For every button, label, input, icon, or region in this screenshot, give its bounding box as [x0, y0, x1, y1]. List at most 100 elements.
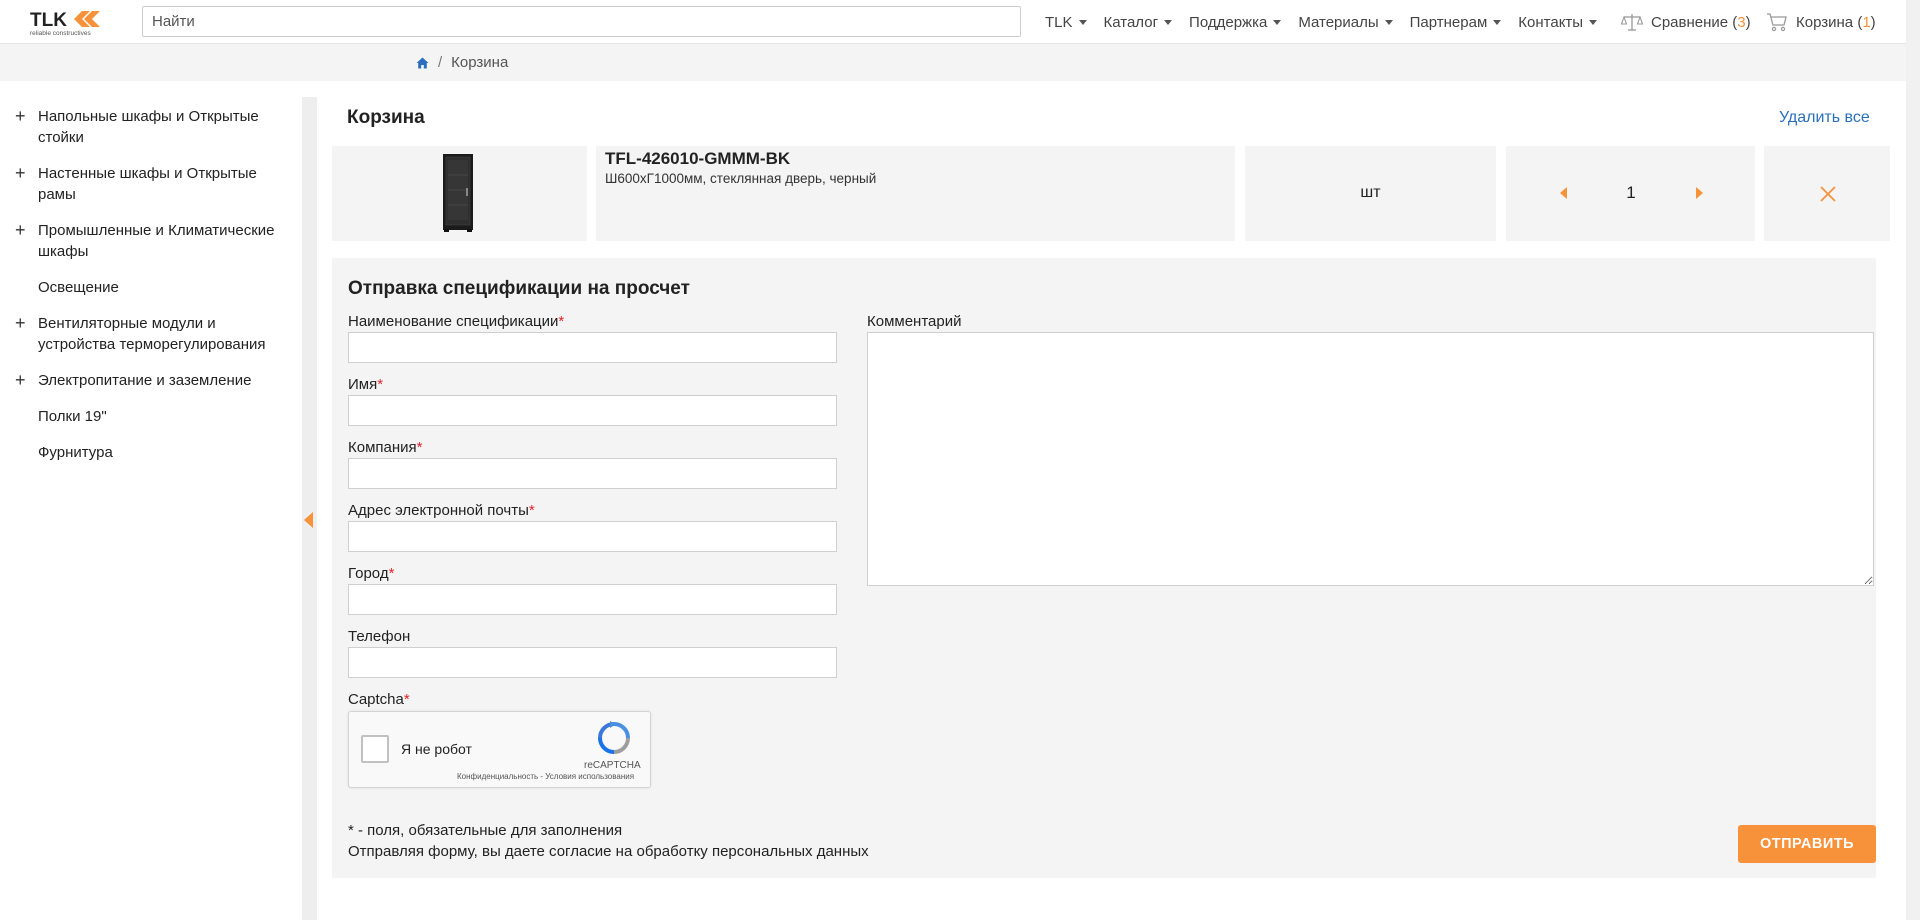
required-mark: * [388, 565, 395, 582]
cart-icon [1767, 13, 1787, 32]
product-unit: шт [1360, 184, 1381, 201]
recaptcha-links[interactable]: Конфиденциальность - Условия использован… [457, 772, 634, 781]
spec-name-label: Наименование спецификации* [348, 313, 564, 330]
sidebar-collapse-strip[interactable] [302, 97, 317, 920]
decrease-quantity-icon[interactable] [1560, 187, 1567, 199]
nav-contacts-label: Контакты [1518, 13, 1584, 31]
cart-paren-close: ) [1870, 13, 1876, 31]
recaptcha-text: Я не робот [401, 741, 472, 757]
nav-tlk-label: TLK [1045, 13, 1073, 31]
product-image[interactable] [441, 153, 475, 233]
catalog-sidebar: + Напольные шкафы и Открытые стойки + На… [0, 97, 302, 920]
nav-partners[interactable]: Партнерам [1410, 14, 1502, 31]
nav-materials[interactable]: Материалы [1298, 14, 1393, 31]
captcha-label: Captcha* [348, 691, 410, 708]
plus-icon[interactable]: + [15, 220, 26, 241]
quantity-stepper: 1 [1506, 146, 1755, 241]
header: TLK reliable constructives TLK Каталог П… [0, 0, 1906, 44]
sidebar-item-label: Освещение [38, 279, 119, 296]
cart-count: 1 [1862, 13, 1871, 31]
submit-button[interactable]: ОТПРАВИТЬ [1738, 825, 1876, 863]
required-mark: * [416, 439, 423, 456]
nav-partners-label: Партнерам [1409, 13, 1488, 31]
compare-paren-close: ) [1745, 13, 1751, 31]
sidebar-item-label: Фурнитура [38, 444, 113, 461]
cart-link[interactable]: Корзина (1) [1766, 0, 1876, 44]
breadcrumb-current: Корзина [451, 54, 509, 71]
sidebar-item-label: Напольные шкафы и Открытые стойки [38, 108, 259, 146]
city-label-text: Город [348, 565, 389, 582]
email-field[interactable] [348, 521, 837, 552]
scrollbar[interactable] [1906, 0, 1920, 920]
nav-contacts[interactable]: Контакты [1518, 13, 1598, 31]
nav-catalog[interactable]: Каталог [1104, 14, 1173, 31]
unit-cell: шт [1245, 146, 1496, 241]
spec-name-input[interactable] [348, 332, 837, 363]
caret-down-icon [1078, 19, 1087, 25]
remove-cell [1764, 146, 1890, 241]
company-input[interactable] [348, 458, 837, 489]
comment-label: Комментарий [867, 313, 962, 330]
captcha-label-text: Captcha [348, 691, 404, 708]
caret-down-icon [1589, 19, 1598, 25]
name-label: Имя* [348, 376, 383, 393]
specification-form: Отправка спецификации на просчет Наимено… [332, 258, 1876, 878]
sidebar-item-label: Вентиляторные модули и устройства термор… [38, 315, 266, 353]
spec-name-label-text: Наименование спецификации [348, 313, 559, 330]
caret-down-icon [1164, 19, 1173, 25]
plus-icon[interactable]: + [15, 163, 26, 184]
caret-down-icon [1273, 19, 1282, 25]
tlk-logo[interactable]: TLK reliable constructives [30, 9, 112, 37]
name-input[interactable] [348, 395, 837, 426]
consent-note: Отправляя форму, вы даете согласие на об… [348, 843, 869, 860]
city-input[interactable] [348, 584, 837, 615]
required-note: * - поля, обязательные для заполнения [348, 822, 623, 839]
recaptcha-widget: Я не робот reCAPTCHA Конфиденциальность … [348, 711, 651, 788]
company-label-text: Компания [348, 439, 417, 456]
page-title: Корзина [347, 107, 425, 128]
compare-label: Сравнение [1651, 13, 1729, 31]
product-description: Ш600хГ1000мм, стеклянная дверь, черный [605, 171, 877, 186]
sidebar-item-label: Полки 19" [38, 408, 107, 425]
form-title: Отправка спецификации на просчет [348, 278, 690, 299]
plus-icon[interactable]: + [15, 370, 26, 391]
recaptcha-checkbox[interactable] [361, 735, 389, 763]
sidebar-item-label: Электропитание и заземление [38, 372, 252, 389]
nav-catalog-label: Каталог [1103, 13, 1159, 31]
recaptcha-logo-icon [598, 721, 630, 754]
breadcrumb-separator: / [438, 54, 443, 71]
increase-quantity-icon[interactable] [1696, 187, 1703, 199]
home-icon[interactable] [416, 57, 429, 69]
phone-input[interactable] [348, 647, 837, 678]
required-mark: * [377, 376, 384, 393]
nav-support[interactable]: Поддержка [1189, 13, 1282, 31]
email-label: Адрес электронной почты* [348, 502, 535, 519]
plus-icon[interactable]: + [15, 313, 26, 334]
caret-down-icon [1384, 19, 1393, 25]
compare-link[interactable]: Сравнение (3) [1621, 0, 1751, 44]
required-mark: * [558, 313, 565, 330]
company-label: Компания* [348, 439, 423, 456]
nav-support-label: Поддержка [1189, 13, 1268, 31]
quantity-value[interactable]: 1 [1606, 183, 1656, 203]
product-image-cell [332, 146, 587, 241]
name-label-text: Имя [348, 376, 378, 393]
comment-textarea[interactable] [867, 332, 1874, 586]
required-mark: * [528, 502, 535, 519]
product-info-cell: TFL-426010-GMMM-BK Ш600хГ1000мм, стеклян… [596, 146, 1235, 241]
search-input[interactable] [142, 6, 1021, 37]
plus-icon[interactable]: + [15, 106, 26, 127]
close-icon[interactable] [1819, 185, 1837, 203]
delete-all-link[interactable]: Удалить все [1779, 109, 1870, 127]
logo-tagline: reliable constructives [30, 30, 91, 37]
collapse-left-icon[interactable] [304, 512, 313, 528]
city-label: Город* [348, 565, 394, 582]
product-sku[interactable]: TFL-426010-GMMM-BK [605, 149, 790, 169]
logo-text: TLK [30, 10, 67, 31]
main-nav: TLK Каталог Поддержка Материалы Партнера… [1045, 0, 1614, 44]
nav-tlk[interactable]: TLK [1045, 14, 1087, 31]
recaptcha-brand: reCAPTCHA [584, 760, 641, 771]
email-label-text: Адрес электронной почты [348, 502, 529, 519]
cart-label: Корзина [1796, 13, 1854, 31]
phone-label-text: Телефон [348, 628, 411, 645]
